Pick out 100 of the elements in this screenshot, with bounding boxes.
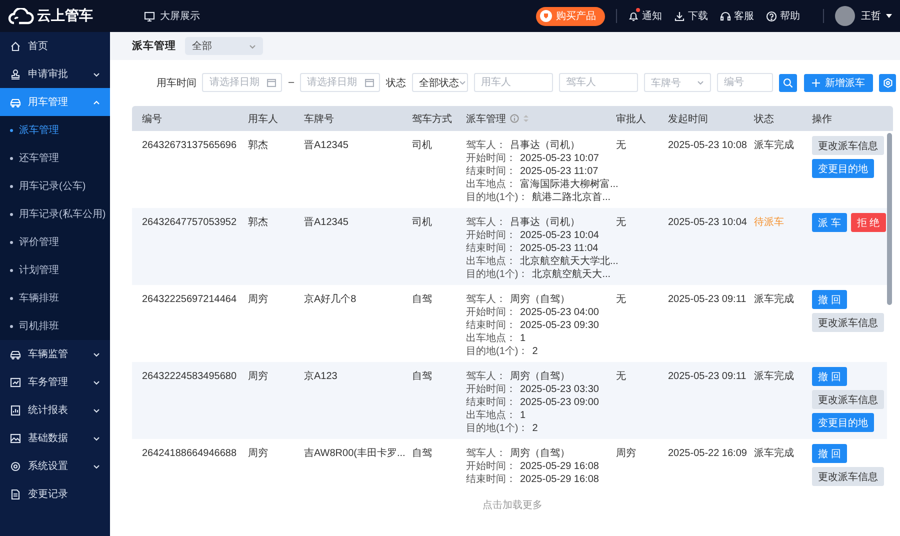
cloud-logo-icon — [8, 8, 34, 24]
chevron-icon — [93, 380, 100, 384]
column-header: 派车管理 — [466, 112, 506, 126]
table-cell-text: 司机 — [412, 216, 433, 229]
detail-value: 2025-05-23 03:30 — [520, 383, 599, 396]
settings-icon — [10, 460, 21, 472]
bullet-icon — [10, 268, 13, 272]
detail-value: 1 — [520, 332, 526, 345]
sidebar-item[interactable]: 申请审批 — [0, 60, 110, 88]
scope-select[interactable]: 全部 — [185, 37, 263, 55]
column-header: 用车人 — [248, 112, 278, 126]
status-text: 待派车 — [754, 216, 785, 229]
sidebar-item[interactable]: 系统设置 — [0, 452, 110, 480]
detail-value: 吕事达（司机） — [510, 216, 580, 229]
sort-icon — [523, 114, 529, 123]
chevron-icon — [93, 436, 100, 440]
detail-label: 结束时间： — [466, 242, 516, 255]
info-icon — [510, 114, 519, 123]
chevron-icon — [93, 464, 100, 468]
detail-value: 周穷（自驾） — [510, 293, 570, 306]
table-cell-text: 自驾 — [412, 293, 433, 306]
submenu-item[interactable]: 车辆排班 — [0, 284, 110, 312]
table-cell-text: 郭杰 — [248, 216, 269, 229]
chevron-icon — [697, 80, 704, 85]
table-cell-text: 26432673137565696 — [142, 139, 238, 152]
submenu-item[interactable]: 司机排班 — [0, 312, 110, 340]
column-header: 编号 — [142, 112, 162, 126]
table-cell-text: 京A123 — [304, 370, 338, 383]
brand-name: 云上管车 — [37, 7, 93, 25]
detail-label: 驾车人： — [466, 293, 506, 306]
page-title: 派车管理 — [132, 39, 176, 53]
help-link[interactable]: 帮助 — [766, 9, 800, 23]
action-button[interactable]: 更改派车信息 — [812, 467, 884, 486]
submenu-item[interactable]: 用车记录(公车) — [0, 172, 110, 200]
action-button[interactable]: 更改派车信息 — [812, 390, 884, 409]
date-field[interactable]: 请选择日期 — [300, 73, 380, 92]
picture-icon — [10, 432, 21, 444]
detail-label: 出车地点： — [466, 409, 516, 422]
table-cell-text: 2025-05-23 09:11 — [668, 370, 748, 383]
table-cell-text: 2025-05-22 16:09 — [668, 447, 748, 460]
headset-link[interactable]: 客服 — [720, 9, 754, 23]
sidebar-item[interactable]: 用车管理 — [0, 88, 110, 116]
detail-label: 驾车人： — [466, 139, 506, 152]
detail-label: 开始时间： — [466, 152, 516, 165]
sidebar-item[interactable]: 基础数据 — [0, 424, 110, 452]
submenu-item[interactable]: 评价管理 — [0, 228, 110, 256]
sidebar-item[interactable]: 车务管理 — [0, 368, 110, 396]
action-button[interactable]: 拒 绝 — [850, 213, 886, 232]
detail-value: 周穷（自驾） — [510, 447, 570, 460]
bullet-icon — [10, 212, 13, 216]
submenu-item[interactable]: 派车管理 — [0, 116, 110, 144]
chevron-icon — [93, 72, 100, 76]
detail-value: 2025-05-23 11:07 — [520, 165, 598, 178]
detail-label: 目的地(1个)： — [466, 268, 528, 281]
scrollbar-thumb[interactable] — [887, 133, 892, 305]
headset-icon — [720, 10, 731, 22]
submenu-item[interactable]: 用车记录(私车公用) — [0, 200, 110, 228]
date-field[interactable]: 请选择日期 — [202, 73, 282, 92]
status-text: 派车完成 — [754, 139, 795, 152]
sidebar-item[interactable]: 统计报表 — [0, 396, 110, 424]
action-button[interactable]: 更改派车信息 — [812, 136, 884, 155]
submenu-item[interactable]: 还车管理 — [0, 144, 110, 172]
sidebar-item[interactable]: 车辆监管 — [0, 340, 110, 368]
user-name[interactable]: 王哲 — [861, 9, 881, 23]
input-field[interactable]: 用车人 — [474, 73, 553, 92]
table-cell-text: 晋A12345 — [304, 216, 350, 229]
table-cell-text: 吉AW8R00(丰田卡罗... — [304, 447, 406, 460]
input-field[interactable]: 驾车人 — [559, 73, 638, 92]
detail-label: 结束时间： — [466, 396, 516, 409]
detail-label: 驾车人： — [466, 216, 506, 229]
avatar[interactable] — [835, 6, 855, 26]
sidebar-item[interactable]: 首页 — [0, 32, 110, 60]
table-cell-text: 自驾 — [412, 447, 433, 460]
sidebar-item[interactable]: 变更记录 — [0, 480, 110, 508]
screen-link[interactable]: 大屏展示 — [144, 9, 200, 23]
filter-label: 用车时间 — [156, 76, 196, 90]
detail-value: 富海国际港大柳树富... — [520, 178, 618, 191]
action-button[interactable]: 更改派车信息 — [812, 313, 884, 332]
table-cell-text: 无 — [616, 216, 627, 229]
detail-label: 结束时间： — [466, 319, 516, 332]
settings-button[interactable] — [879, 74, 896, 92]
detail-value: 航港二路北京首... — [532, 191, 611, 204]
detail-label: 目的地(1个)： — [466, 345, 528, 358]
document-icon — [10, 488, 21, 500]
search-button[interactable] — [779, 74, 797, 92]
detail-label: 结束时间： — [466, 473, 516, 486]
car-icon — [10, 96, 21, 108]
download-link[interactable]: 下载 — [674, 9, 708, 23]
table-cell-text: 无 — [616, 370, 627, 383]
bell-icon — [628, 10, 639, 22]
table-cell-text: 2025-05-23 10:04 — [668, 216, 748, 229]
table-cell-text: 2025-05-23 09:11 — [668, 293, 748, 306]
status-text: 派车完成 — [754, 370, 795, 383]
submenu-item[interactable]: 计划管理 — [0, 256, 110, 284]
status-select[interactable]: 全部状态 — [412, 73, 468, 92]
table-cell-text: 郭杰 — [248, 139, 269, 152]
input-field[interactable]: 编号 — [717, 73, 773, 92]
bell-link[interactable]: 通知 — [628, 9, 662, 23]
chevron-icon — [459, 80, 466, 85]
car-icon — [10, 348, 21, 360]
